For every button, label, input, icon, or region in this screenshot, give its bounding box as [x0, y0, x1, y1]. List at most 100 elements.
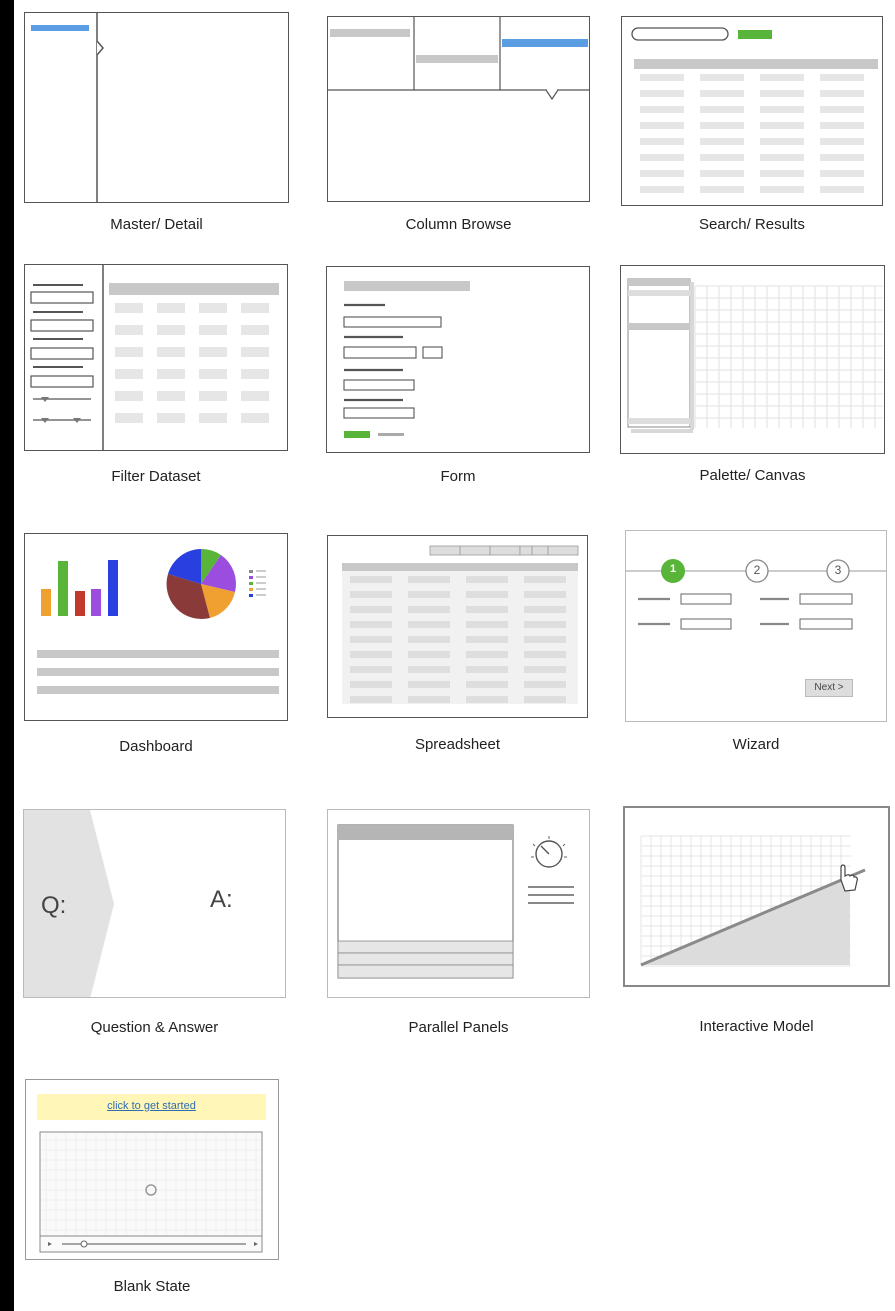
- placeholder-cell: [466, 651, 508, 658]
- parallel-panels-wireframe: [337, 824, 574, 979]
- form-thumbnail: [326, 266, 590, 453]
- placeholder-cell: [115, 391, 143, 401]
- placeholder-cell: [350, 696, 392, 703]
- form-wireframe: [343, 281, 470, 438]
- placeholder-cell: [760, 90, 804, 97]
- placeholder-cell: [700, 90, 744, 97]
- placeholder-cell: [350, 576, 392, 583]
- placeholder-cell: [524, 621, 566, 628]
- placeholder-cell: [760, 186, 804, 193]
- placeholder-cell: [760, 170, 804, 177]
- placeholder-cell: [760, 154, 804, 161]
- dashboard-thumbnail: [24, 533, 288, 721]
- placeholder-cell: [199, 413, 227, 423]
- placeholder-cell: [241, 369, 269, 379]
- placeholder-cell: [700, 74, 744, 81]
- placeholder-cell: [199, 391, 227, 401]
- placeholder-cell: [700, 122, 744, 129]
- placeholder-cell: [350, 636, 392, 643]
- placeholder-cell: [640, 122, 684, 129]
- placeholder-cell: [640, 154, 684, 161]
- placeholder-cell: [640, 186, 684, 193]
- placeholder-cell: [241, 391, 269, 401]
- placeholder-cell: [408, 606, 450, 613]
- placeholder-cell: [760, 74, 804, 81]
- placeholder-cell: [115, 325, 143, 335]
- placeholder-cell: [408, 681, 450, 688]
- placeholder-cell: [408, 696, 450, 703]
- placeholder-cell: [524, 591, 566, 598]
- spreadsheet-wireframe: [342, 545, 579, 704]
- placeholder-cell: [640, 106, 684, 113]
- placeholder-cell: [466, 696, 508, 703]
- placeholder-cell: [700, 154, 744, 161]
- placeholder-cell: [408, 621, 450, 628]
- placeholder-cell: [199, 369, 227, 379]
- placeholder-cell: [157, 391, 185, 401]
- palette-canvas-thumbnail: [620, 265, 885, 454]
- placeholder-cell: [241, 413, 269, 423]
- placeholder-cell: [466, 666, 508, 673]
- placeholder-cell: [350, 606, 392, 613]
- placeholder-cell: [408, 651, 450, 658]
- question-answer-thumbnail: Q: A:: [23, 809, 286, 998]
- get-started-link[interactable]: click to get started: [37, 1100, 266, 1112]
- placeholder-cell: [524, 696, 566, 703]
- placeholder-cell: [466, 636, 508, 643]
- placeholder-cell: [820, 90, 864, 97]
- pie-chart-graphic: [166, 548, 236, 620]
- placeholder-cell: [760, 138, 804, 145]
- placeholder-cell: [820, 138, 864, 145]
- placeholder-cell: [820, 154, 864, 161]
- placeholder-cell: [524, 606, 566, 613]
- placeholder-cell: [820, 170, 864, 177]
- spreadsheet-thumbnail: [327, 535, 588, 718]
- placeholder-cell: [700, 106, 744, 113]
- master-detail-label: Master/ Detail: [110, 216, 203, 233]
- interactive-model-label: Interactive Model: [699, 1018, 814, 1035]
- wizard-next-button[interactable]: Next >: [805, 679, 853, 697]
- column-browse-label: Column Browse: [405, 216, 512, 233]
- placeholder-cell: [820, 106, 864, 113]
- placeholder-cell: [199, 347, 227, 357]
- placeholder-cell: [157, 413, 185, 423]
- placeholder-cell: [466, 606, 508, 613]
- placeholder-cell: [640, 90, 684, 97]
- pattern-gallery: Master/ Detail Column Browse Search/ Res…: [14, 0, 895, 1311]
- placeholder-cell: [760, 106, 804, 113]
- placeholder-cell: [157, 347, 185, 357]
- form-label: Form: [440, 468, 476, 485]
- placeholder-cell: [157, 325, 185, 335]
- blank-state-label: Blank State: [113, 1278, 191, 1295]
- filter-dataset-thumbnail: [24, 264, 288, 451]
- placeholder-cell: [524, 636, 566, 643]
- placeholder-cell: [115, 413, 143, 423]
- interactive-model-thumbnail: [623, 806, 890, 987]
- placeholder-cell: [408, 636, 450, 643]
- dial-icon: [531, 836, 567, 868]
- question-answer-label: Question & Answer: [90, 1019, 219, 1036]
- wizard-thumbnail: 1 2 3 Next >: [625, 530, 887, 722]
- question-text: Q:: [41, 892, 67, 919]
- hand-cursor-icon: [840, 864, 858, 892]
- placeholder-cell: [524, 651, 566, 658]
- placeholder-cell: [466, 681, 508, 688]
- placeholder-cell: [408, 666, 450, 673]
- wizard-label: Wizard: [732, 736, 780, 753]
- wizard-step-2: 2: [753, 563, 761, 577]
- placeholder-cell: [640, 74, 684, 81]
- placeholder-cell: [199, 303, 227, 313]
- parallel-panels-label: Parallel Panels: [408, 1019, 509, 1036]
- placeholder-cell: [241, 347, 269, 357]
- placeholder-cell: [115, 347, 143, 357]
- filter-dataset-wireframe: [30, 265, 279, 450]
- placeholder-cell: [408, 576, 450, 583]
- placeholder-cell: [524, 681, 566, 688]
- wizard-step-3: 3: [834, 563, 842, 577]
- placeholder-cell: [820, 122, 864, 129]
- placeholder-cell: [241, 325, 269, 335]
- spreadsheet-label: Spreadsheet: [414, 736, 501, 753]
- placeholder-cell: [408, 591, 450, 598]
- placeholder-cell: [466, 576, 508, 583]
- placeholder-cell: [199, 325, 227, 335]
